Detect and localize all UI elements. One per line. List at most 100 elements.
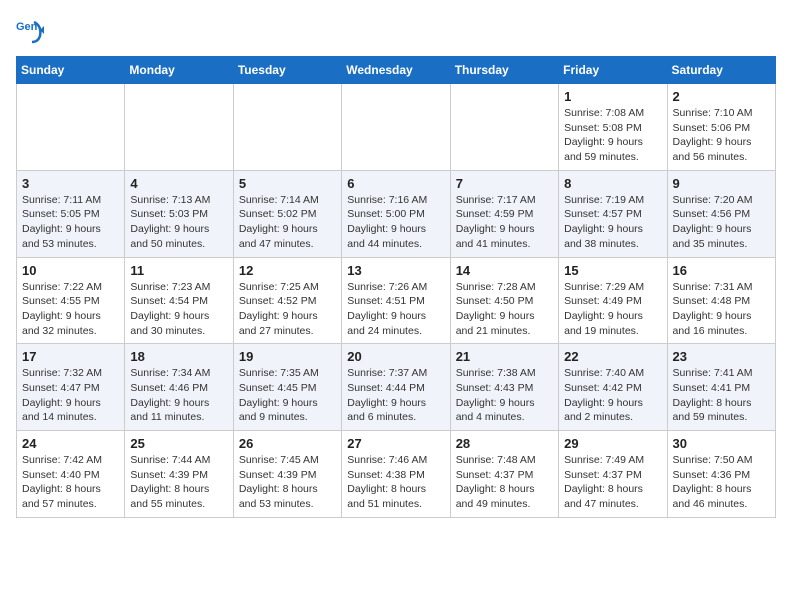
day-number: 17 bbox=[22, 349, 119, 364]
calendar-cell: 28 Sunrise: 7:48 AM Sunset: 4:37 PM Dayli… bbox=[450, 431, 558, 518]
day-info: Sunrise: 7:40 AM Sunset: 4:42 PM Dayligh… bbox=[564, 366, 661, 425]
calendar-cell: 11 Sunrise: 7:23 AM Sunset: 4:54 PM Dayli… bbox=[125, 257, 233, 344]
day-number: 24 bbox=[22, 436, 119, 451]
day-info: Sunrise: 7:11 AM Sunset: 5:05 PM Dayligh… bbox=[22, 193, 119, 252]
day-number: 3 bbox=[22, 176, 119, 191]
calendar-cell: 8 Sunrise: 7:19 AM Sunset: 4:57 PM Daylig… bbox=[559, 170, 667, 257]
day-info: Sunrise: 7:31 AM Sunset: 4:48 PM Dayligh… bbox=[673, 280, 770, 339]
calendar-cell: 3 Sunrise: 7:11 AM Sunset: 5:05 PM Daylig… bbox=[17, 170, 125, 257]
calendar-row-1: 3 Sunrise: 7:11 AM Sunset: 5:05 PM Daylig… bbox=[17, 170, 776, 257]
day-info: Sunrise: 7:50 AM Sunset: 4:36 PM Dayligh… bbox=[673, 453, 770, 512]
day-number: 29 bbox=[564, 436, 661, 451]
day-number: 4 bbox=[130, 176, 227, 191]
calendar-cell: 26 Sunrise: 7:45 AM Sunset: 4:39 PM Dayli… bbox=[233, 431, 341, 518]
day-number: 18 bbox=[130, 349, 227, 364]
calendar-row-2: 10 Sunrise: 7:22 AM Sunset: 4:55 PM Dayli… bbox=[17, 257, 776, 344]
calendar-row-0: 1 Sunrise: 7:08 AM Sunset: 5:08 PM Daylig… bbox=[17, 84, 776, 171]
day-number: 26 bbox=[239, 436, 336, 451]
day-info: Sunrise: 7:44 AM Sunset: 4:39 PM Dayligh… bbox=[130, 453, 227, 512]
calendar-row-4: 24 Sunrise: 7:42 AM Sunset: 4:40 PM Dayli… bbox=[17, 431, 776, 518]
day-number: 5 bbox=[239, 176, 336, 191]
weekday-friday: Friday bbox=[559, 57, 667, 84]
day-info: Sunrise: 7:22 AM Sunset: 4:55 PM Dayligh… bbox=[22, 280, 119, 339]
weekday-header-row: SundayMondayTuesdayWednesdayThursdayFrid… bbox=[17, 57, 776, 84]
day-number: 30 bbox=[673, 436, 770, 451]
day-info: Sunrise: 7:20 AM Sunset: 4:56 PM Dayligh… bbox=[673, 193, 770, 252]
weekday-thursday: Thursday bbox=[450, 57, 558, 84]
calendar-cell: 13 Sunrise: 7:26 AM Sunset: 4:51 PM Dayli… bbox=[342, 257, 450, 344]
day-number: 6 bbox=[347, 176, 444, 191]
weekday-monday: Monday bbox=[125, 57, 233, 84]
calendar-cell: 25Sunrise: 7:44 AM Sunset: 4:39 PM Dayli… bbox=[125, 431, 233, 518]
calendar-cell bbox=[450, 84, 558, 171]
day-info: Sunrise: 7:13 AM Sunset: 5:03 PM Dayligh… bbox=[130, 193, 227, 252]
calendar-cell: 21 Sunrise: 7:38 AM Sunset: 4:43 PM Dayli… bbox=[450, 344, 558, 431]
day-number: 28 bbox=[456, 436, 553, 451]
day-info: Sunrise: 7:42 AM Sunset: 4:40 PM Dayligh… bbox=[22, 453, 119, 512]
day-info: Sunrise: 7:23 AM Sunset: 4:54 PM Dayligh… bbox=[130, 280, 227, 339]
day-number: 15 bbox=[564, 263, 661, 278]
day-info: Sunrise: 7:35 AM Sunset: 4:45 PM Dayligh… bbox=[239, 366, 336, 425]
day-info: Sunrise: 7:19 AM Sunset: 4:57 PM Dayligh… bbox=[564, 193, 661, 252]
day-info: Sunrise: 7:08 AM Sunset: 5:08 PM Dayligh… bbox=[564, 106, 661, 165]
calendar-cell: 6 Sunrise: 7:16 AM Sunset: 5:00 PM Daylig… bbox=[342, 170, 450, 257]
calendar-cell: 24 Sunrise: 7:42 AM Sunset: 4:40 PM Dayli… bbox=[17, 431, 125, 518]
day-number: 13 bbox=[347, 263, 444, 278]
day-number: 23 bbox=[673, 349, 770, 364]
day-number: 11 bbox=[130, 263, 227, 278]
day-number: 22 bbox=[564, 349, 661, 364]
day-number: 14 bbox=[456, 263, 553, 278]
day-number: 12 bbox=[239, 263, 336, 278]
day-number: 7 bbox=[456, 176, 553, 191]
calendar-cell: 2 Sunrise: 7:10 AM Sunset: 5:06 PM Daylig… bbox=[667, 84, 775, 171]
day-info: Sunrise: 7:34 AM Sunset: 4:46 PM Dayligh… bbox=[130, 366, 227, 425]
day-info: Sunrise: 7:28 AM Sunset: 4:50 PM Dayligh… bbox=[456, 280, 553, 339]
day-number: 9 bbox=[673, 176, 770, 191]
day-info: Sunrise: 7:16 AM Sunset: 5:00 PM Dayligh… bbox=[347, 193, 444, 252]
calendar-cell: 29 Sunrise: 7:49 AM Sunset: 4:37 PM Dayli… bbox=[559, 431, 667, 518]
day-info: Sunrise: 7:38 AM Sunset: 4:43 PM Dayligh… bbox=[456, 366, 553, 425]
day-info: Sunrise: 7:14 AM Sunset: 5:02 PM Dayligh… bbox=[239, 193, 336, 252]
logo: Gen bbox=[16, 16, 48, 44]
day-info: Sunrise: 7:45 AM Sunset: 4:39 PM Dayligh… bbox=[239, 453, 336, 512]
day-info: Sunrise: 7:41 AM Sunset: 4:41 PM Dayligh… bbox=[673, 366, 770, 425]
calendar-cell: 20 Sunrise: 7:37 AM Sunset: 4:44 PM Dayli… bbox=[342, 344, 450, 431]
day-info: Sunrise: 7:29 AM Sunset: 4:49 PM Dayligh… bbox=[564, 280, 661, 339]
calendar-cell: 30 Sunrise: 7:50 AM Sunset: 4:36 PM Dayli… bbox=[667, 431, 775, 518]
calendar-cell: 4 Sunrise: 7:13 AM Sunset: 5:03 PM Daylig… bbox=[125, 170, 233, 257]
day-info: Sunrise: 7:10 AM Sunset: 5:06 PM Dayligh… bbox=[673, 106, 770, 165]
calendar-body: 1 Sunrise: 7:08 AM Sunset: 5:08 PM Daylig… bbox=[17, 84, 776, 518]
day-number: 16 bbox=[673, 263, 770, 278]
weekday-saturday: Saturday bbox=[667, 57, 775, 84]
calendar-cell: 7 Sunrise: 7:17 AM Sunset: 4:59 PM Daylig… bbox=[450, 170, 558, 257]
calendar-cell: 14 Sunrise: 7:28 AM Sunset: 4:50 PM Dayli… bbox=[450, 257, 558, 344]
day-info: Sunrise: 7:48 AM Sunset: 4:37 PM Dayligh… bbox=[456, 453, 553, 512]
calendar-cell: 5 Sunrise: 7:14 AM Sunset: 5:02 PM Daylig… bbox=[233, 170, 341, 257]
calendar-cell: 10 Sunrise: 7:22 AM Sunset: 4:55 PM Dayli… bbox=[17, 257, 125, 344]
weekday-sunday: Sunday bbox=[17, 57, 125, 84]
calendar-cell: 19Sunrise: 7:35 AM Sunset: 4:45 PM Dayli… bbox=[233, 344, 341, 431]
calendar-cell: 23 Sunrise: 7:41 AM Sunset: 4:41 PM Dayli… bbox=[667, 344, 775, 431]
calendar-cell: 12 Sunrise: 7:25 AM Sunset: 4:52 PM Dayli… bbox=[233, 257, 341, 344]
day-info: Sunrise: 7:25 AM Sunset: 4:52 PM Dayligh… bbox=[239, 280, 336, 339]
day-info: Sunrise: 7:26 AM Sunset: 4:51 PM Dayligh… bbox=[347, 280, 444, 339]
day-info: Sunrise: 7:17 AM Sunset: 4:59 PM Dayligh… bbox=[456, 193, 553, 252]
day-number: 21 bbox=[456, 349, 553, 364]
day-number: 27 bbox=[347, 436, 444, 451]
day-info: Sunrise: 7:49 AM Sunset: 4:37 PM Dayligh… bbox=[564, 453, 661, 512]
day-info: Sunrise: 7:46 AM Sunset: 4:38 PM Dayligh… bbox=[347, 453, 444, 512]
logo-icon: Gen bbox=[16, 16, 44, 44]
day-number: 2 bbox=[673, 89, 770, 104]
calendar-cell: 15 Sunrise: 7:29 AM Sunset: 4:49 PM Dayli… bbox=[559, 257, 667, 344]
day-number: 10 bbox=[22, 263, 119, 278]
day-number: 20 bbox=[347, 349, 444, 364]
calendar-cell bbox=[342, 84, 450, 171]
day-info: Sunrise: 7:37 AM Sunset: 4:44 PM Dayligh… bbox=[347, 366, 444, 425]
day-number: 1 bbox=[564, 89, 661, 104]
calendar-cell: 17 Sunrise: 7:32 AM Sunset: 4:47 PM Dayli… bbox=[17, 344, 125, 431]
calendar-cell: 22 Sunrise: 7:40 AM Sunset: 4:42 PM Dayli… bbox=[559, 344, 667, 431]
day-number: 8 bbox=[564, 176, 661, 191]
day-info: Sunrise: 7:32 AM Sunset: 4:47 PM Dayligh… bbox=[22, 366, 119, 425]
calendar-cell bbox=[17, 84, 125, 171]
weekday-wednesday: Wednesday bbox=[342, 57, 450, 84]
